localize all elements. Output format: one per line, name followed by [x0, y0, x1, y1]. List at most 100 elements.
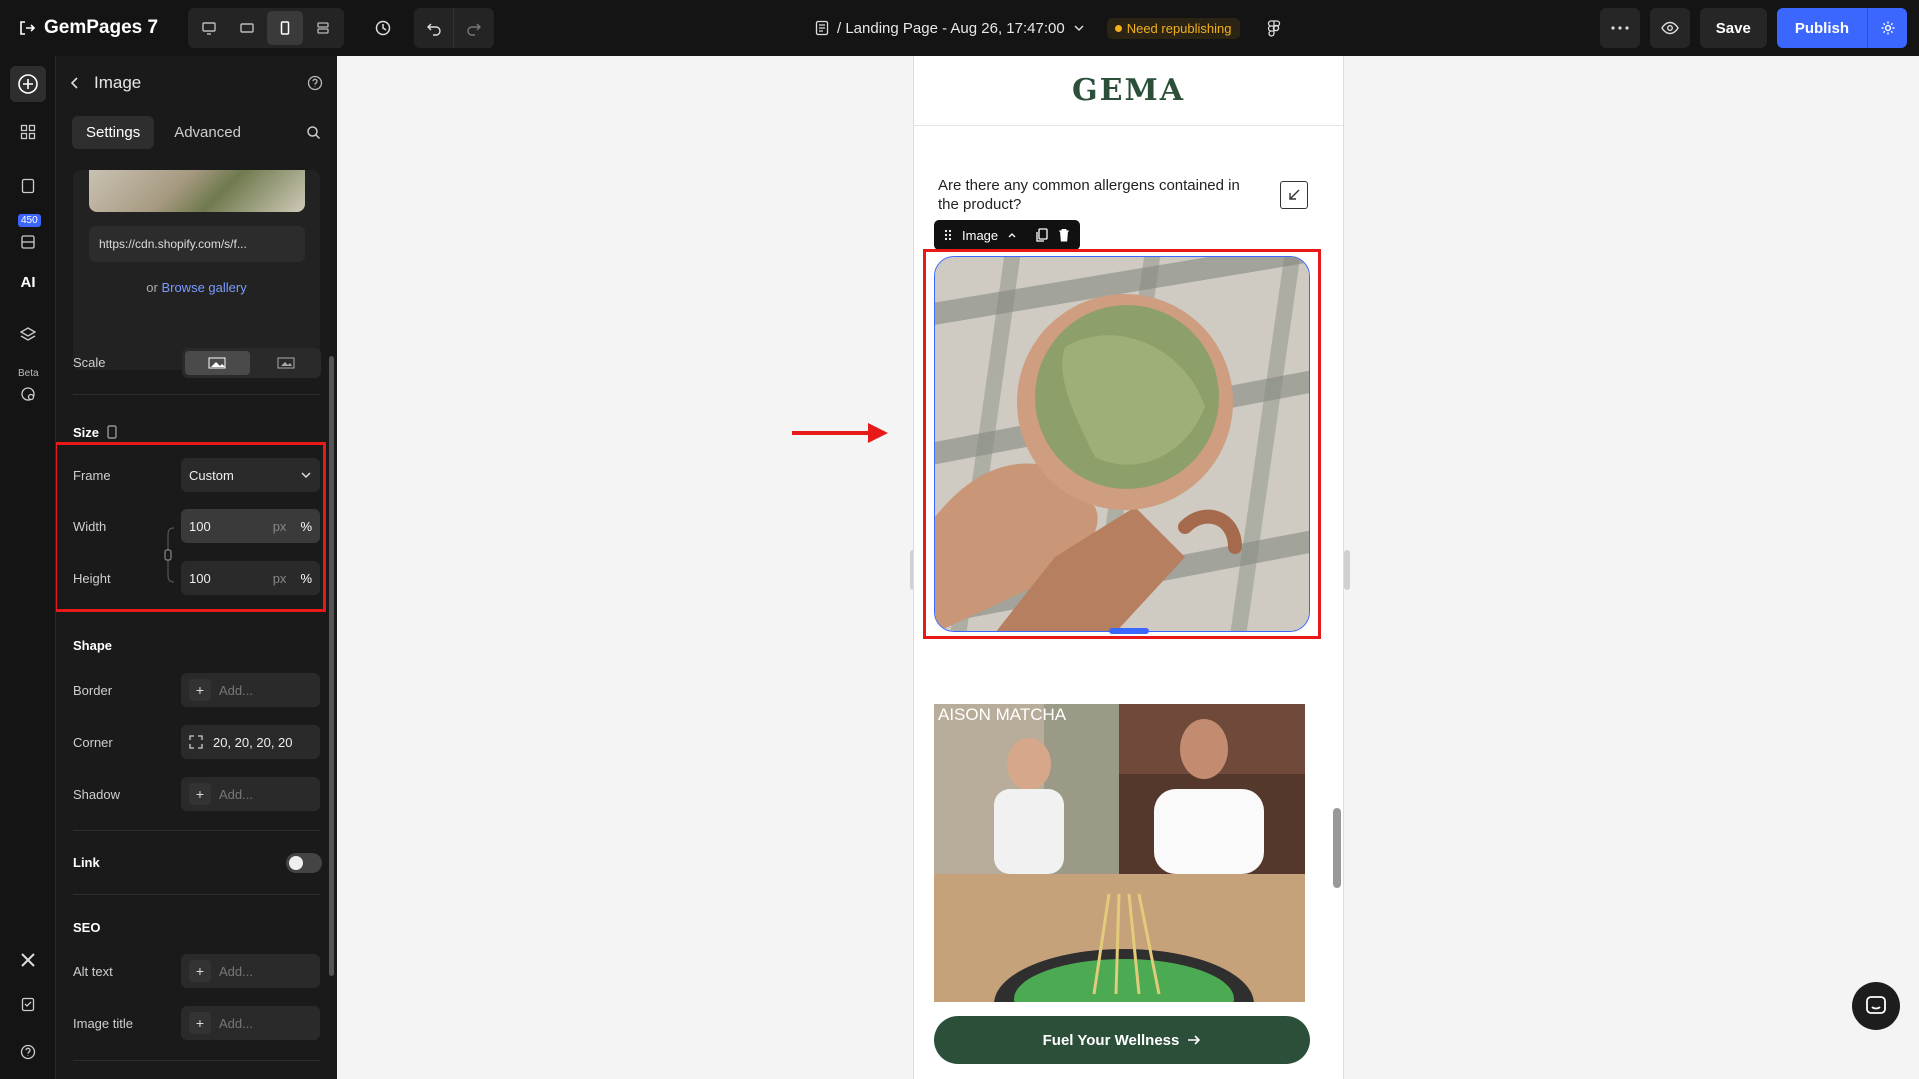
mobile-icon	[107, 425, 117, 439]
clipboard-icon	[21, 997, 35, 1012]
top-bar: GemPages 7 / Landing Page - Aug 26, 17:4…	[0, 0, 1919, 56]
scale-segmented-control	[182, 348, 321, 378]
duplicate-icon[interactable]	[1036, 228, 1048, 242]
shape-section-title: Shape	[73, 638, 113, 653]
device-resize-handle-right[interactable]	[1344, 550, 1350, 590]
chat-support-button[interactable]	[1852, 982, 1900, 1030]
grid-icon	[20, 124, 36, 140]
image-fill-icon	[208, 357, 226, 369]
corner-input[interactable]: 20, 20, 20, 20	[181, 725, 320, 759]
image-title-label: Image title	[73, 1015, 133, 1031]
search-icon[interactable]	[306, 125, 321, 140]
corner-value: 20, 20, 20, 20	[213, 734, 293, 750]
tasks-button[interactable]	[10, 986, 46, 1022]
alt-text-row: Alt text + Add...	[73, 954, 320, 988]
panel-scrollbar[interactable]	[329, 356, 334, 976]
shadow-add-placeholder: Add...	[219, 786, 253, 802]
image-title-placeholder: Add...	[219, 1015, 253, 1031]
back-chevron-icon[interactable]	[70, 76, 80, 90]
border-add-placeholder: Add...	[219, 682, 253, 698]
question-icon	[20, 1044, 36, 1060]
faq-toggle-button[interactable]	[1280, 181, 1308, 209]
layout-view-button[interactable]	[305, 11, 341, 45]
chevron-down-icon	[1074, 25, 1084, 32]
cta-button[interactable]: Fuel Your Wellness	[934, 1016, 1310, 1064]
plus-icon: +	[189, 783, 211, 805]
topbar-actions: Save Publish	[1599, 0, 1907, 56]
image-url-input[interactable]: https://cdn.shopify.com/s/f...	[89, 226, 305, 262]
layers-button[interactable]	[10, 316, 46, 352]
preview-button[interactable]	[1649, 8, 1690, 48]
shadow-add-button[interactable]: + Add...	[181, 777, 320, 811]
faq-question[interactable]: Are there any common allergens contained…	[938, 176, 1248, 214]
image-title-row: Image title + Add...	[73, 1006, 320, 1040]
save-button[interactable]: Save	[1699, 8, 1767, 48]
image-toolbar-label[interactable]: Image	[962, 228, 998, 243]
pages-button[interactable]	[10, 168, 46, 204]
image-highlight-box	[923, 249, 1321, 639]
more-options-button[interactable]	[1599, 8, 1640, 48]
corner-label: Corner	[73, 734, 113, 750]
scale-fill-option[interactable]	[185, 351, 250, 375]
chat-icon	[1866, 996, 1886, 1014]
mobile-view-button[interactable]	[267, 11, 304, 45]
sections-button[interactable]	[10, 114, 46, 150]
scale-fit-option[interactable]	[254, 351, 319, 375]
desktop-view-button[interactable]	[191, 11, 227, 45]
browse-gallery-link[interactable]: Browse gallery	[161, 280, 246, 295]
palette-icon	[21, 387, 35, 401]
plus-icon: +	[189, 1012, 211, 1034]
publish-group: Publish	[1776, 8, 1907, 48]
panel-header: Image	[56, 56, 337, 110]
help-button[interactable]	[10, 1034, 46, 1070]
site-logo[interactable]: GEMA	[1072, 73, 1185, 108]
trash-icon[interactable]	[1058, 228, 1070, 242]
library-button[interactable]	[10, 224, 46, 260]
preview-scrollbar[interactable]	[1333, 808, 1341, 888]
border-row: Border + Add...	[73, 673, 320, 707]
alt-text-label: Alt text	[73, 963, 113, 979]
x-button[interactable]	[10, 942, 46, 978]
undo-button[interactable]	[414, 8, 455, 48]
ai-button[interactable]: AI	[10, 264, 46, 300]
figma-icon[interactable]	[1266, 19, 1282, 37]
image-thumbnail[interactable]	[89, 170, 305, 212]
caret-up-icon[interactable]	[1008, 232, 1016, 238]
tab-settings[interactable]: Settings	[72, 115, 155, 149]
arrow-collapse-icon	[1289, 189, 1300, 200]
size-highlight-box	[56, 442, 326, 612]
help-circle-icon[interactable]	[307, 75, 323, 91]
settings-panel: Image Settings Advanced https://cdn.shop…	[56, 56, 337, 1079]
history-button[interactable]	[366, 11, 400, 45]
page-selector[interactable]: / Landing Page - Aug 26, 17:47:00 Need r…	[815, 0, 1282, 56]
gear-icon	[1881, 21, 1894, 35]
border-add-button[interactable]: + Add...	[181, 673, 320, 707]
alt-text-add-button[interactable]: + Add...	[181, 954, 320, 988]
image-title-add-button[interactable]: + Add...	[181, 1006, 320, 1040]
annotation-arrow-line	[792, 431, 872, 435]
corner-row: Corner 20, 20, 20, 20	[73, 725, 320, 759]
layout-icon	[317, 22, 329, 34]
app-name: GemPages 7	[44, 17, 159, 38]
publish-button[interactable]: Publish	[1776, 8, 1867, 48]
theme-button[interactable]	[10, 376, 46, 412]
desktop-icon	[202, 22, 216, 35]
arrow-right-icon	[1188, 1035, 1201, 1045]
link-toggle[interactable]	[286, 853, 322, 873]
redo-button[interactable]	[454, 8, 494, 48]
tab-advanced[interactable]: Advanced	[160, 116, 255, 149]
redo-icon	[467, 23, 482, 36]
shadow-label: Shadow	[73, 786, 120, 802]
device-switcher	[188, 8, 345, 48]
tablet-view-button[interactable]	[229, 11, 265, 45]
cta-label: Fuel Your Wellness	[1042, 1031, 1180, 1049]
publish-settings-button[interactable]	[1867, 8, 1907, 48]
drag-handle-icon[interactable]	[944, 229, 952, 241]
exit-icon	[20, 21, 36, 35]
app-logo[interactable]: GemPages 7	[18, 17, 158, 39]
collage-image[interactable]: AISON MATCHA	[934, 704, 1305, 1002]
status-dot	[1114, 24, 1122, 32]
shadow-row: Shadow + Add...	[73, 777, 320, 811]
add-element-button[interactable]	[10, 66, 46, 102]
browse-row: or Browse gallery	[73, 280, 320, 295]
